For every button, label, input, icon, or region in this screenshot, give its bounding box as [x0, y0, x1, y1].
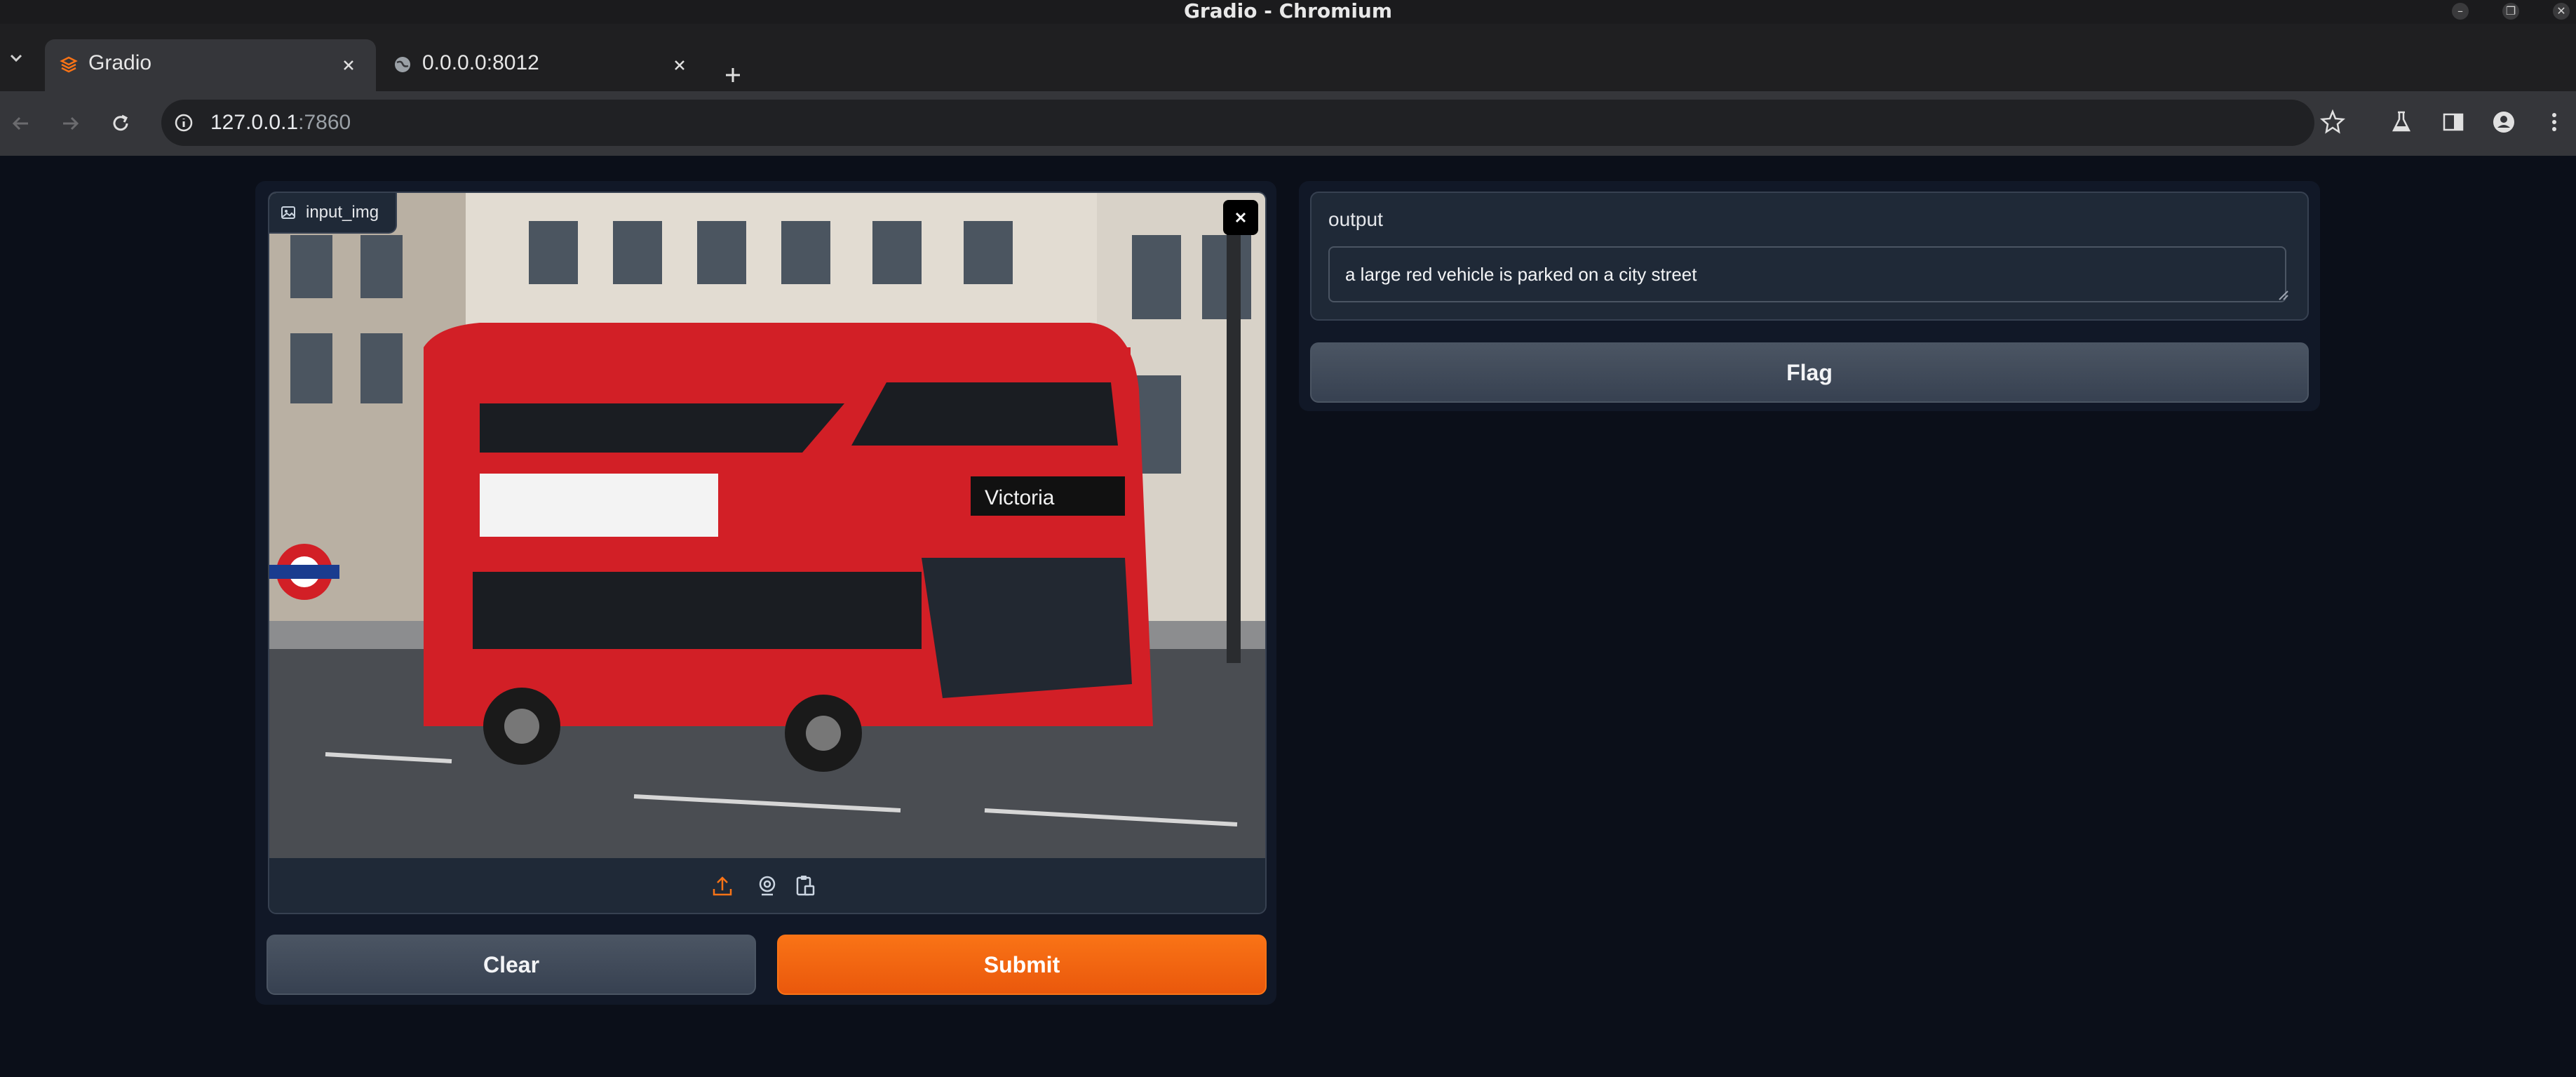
- image-input[interactable]: input_img Victoria: [268, 192, 1267, 914]
- forward-arrow-icon[interactable]: [56, 109, 84, 138]
- maximize-button[interactable]: ❐: [2502, 3, 2519, 20]
- output-textbox[interactable]: a large red vehicle is parked on a city …: [1328, 246, 2286, 302]
- kebab-menu-icon[interactable]: [2540, 108, 2568, 136]
- new-tab-icon[interactable]: [720, 62, 746, 88]
- tab-strip: Gradio 0.0.0.0:8012: [0, 24, 2576, 91]
- labs-flask-icon[interactable]: [2387, 108, 2415, 136]
- close-icon: [1235, 212, 1246, 223]
- image-label-text: input_img: [306, 203, 379, 222]
- globe-icon: [395, 57, 410, 72]
- close-tab-icon[interactable]: [338, 55, 359, 76]
- address-bar[interactable]: 127.0.0.1:7860: [161, 100, 2314, 146]
- url-text: 127.0.0.1:7860: [210, 107, 351, 139]
- tab-title: 0.0.0.0:8012: [422, 51, 539, 74]
- bus-photo: Victoria: [269, 193, 1265, 858]
- bookmark-star-icon[interactable]: [2319, 108, 2347, 136]
- svg-text:Victoria: Victoria: [985, 486, 1055, 509]
- output-label: output: [1328, 208, 1383, 230]
- webcam-icon[interactable]: [755, 874, 780, 899]
- resize-grip-icon[interactable]: [2277, 288, 2289, 301]
- site-info-icon[interactable]: [173, 112, 195, 134]
- tab-gradio[interactable]: Gradio: [45, 39, 376, 91]
- back-arrow-icon[interactable]: [7, 109, 35, 138]
- clear-image-button[interactable]: [1223, 200, 1258, 235]
- window-title: Gradio - Chromium: [1183, 0, 1393, 22]
- clear-button[interactable]: Clear: [267, 935, 756, 995]
- upload-icon[interactable]: [710, 874, 735, 899]
- tab-search-chevron-icon[interactable]: [6, 48, 27, 69]
- close-window-button[interactable]: ✕: [2553, 3, 2570, 20]
- output-textbox-block: output a large red vehicle is parked on …: [1310, 192, 2309, 321]
- gradio-logo-icon: [60, 56, 78, 73]
- reload-icon[interactable]: [107, 109, 135, 138]
- minimize-button[interactable]: –: [2452, 3, 2469, 20]
- url-host: 127.0.0.1: [210, 111, 299, 134]
- clipboard-icon[interactable]: [793, 874, 818, 899]
- close-tab-icon[interactable]: [669, 55, 690, 76]
- url-port: :7860: [298, 111, 351, 134]
- tab-localhost-8012[interactable]: 0.0.0.0:8012: [379, 39, 713, 91]
- tab-title: Gradio: [88, 51, 152, 74]
- flag-button[interactable]: Flag: [1310, 342, 2309, 403]
- submit-button[interactable]: Submit: [777, 935, 1267, 995]
- browser-toolbar: 127.0.0.1:7860: [0, 91, 2576, 156]
- side-panel-icon[interactable]: [2439, 108, 2467, 136]
- window-titlebar: Gradio - Chromium – ❐ ✕: [0, 0, 2576, 24]
- image-source-toolbar: [269, 858, 1265, 913]
- profile-avatar-icon[interactable]: [2490, 108, 2518, 136]
- image-input-label: input_img: [269, 193, 398, 234]
- image-icon: [281, 206, 295, 219]
